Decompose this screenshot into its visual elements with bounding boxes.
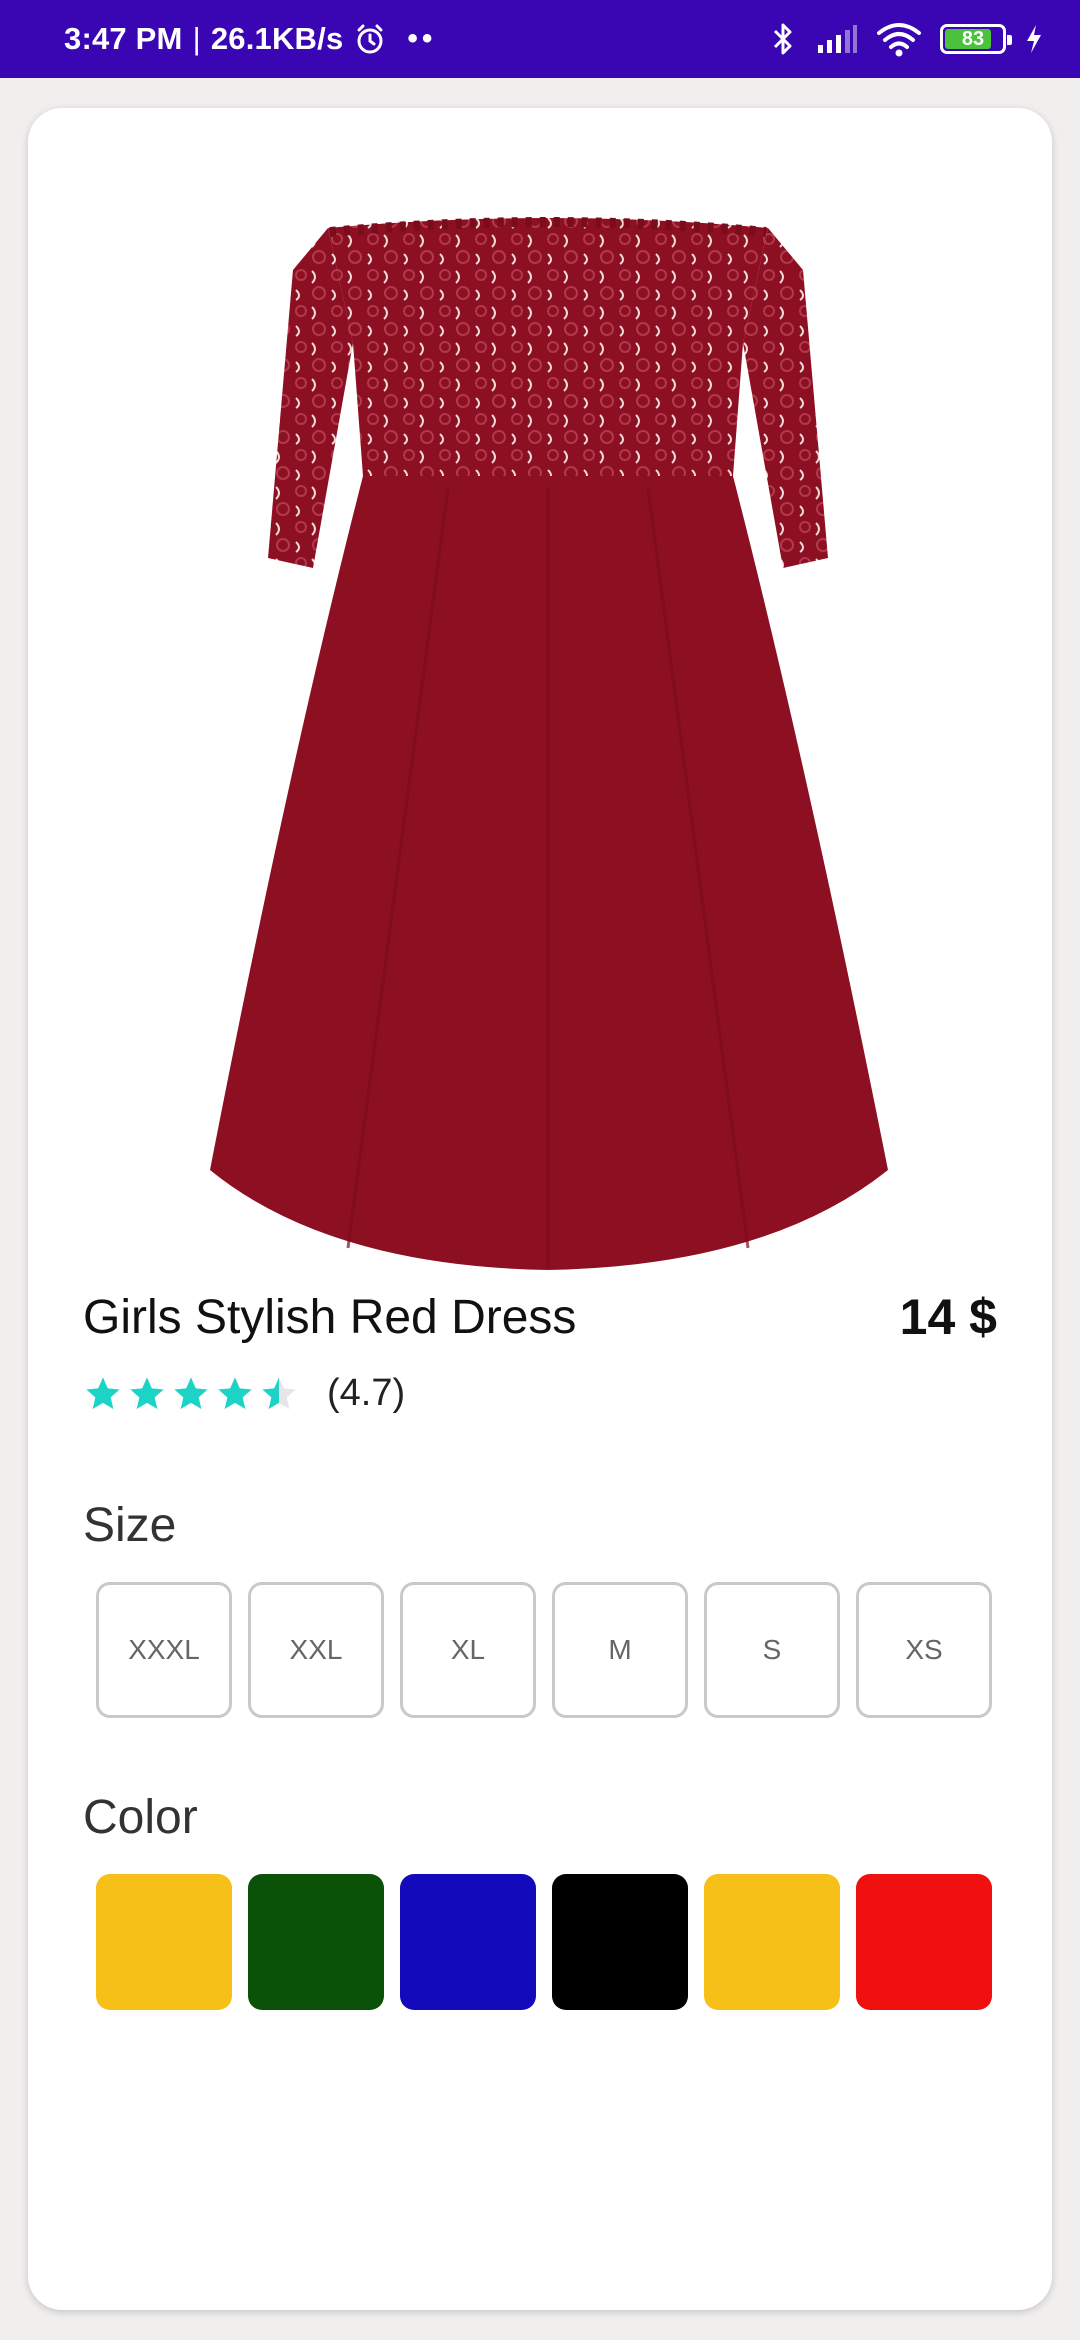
rating-row: (4.7) bbox=[83, 1372, 405, 1415]
battery-level: 83 bbox=[961, 27, 985, 50]
star-icon bbox=[174, 1376, 208, 1409]
signal-icon bbox=[818, 25, 857, 53]
product-card: Girls Stylish Red Dress 14 $ (4.7) Size … bbox=[28, 108, 1052, 2310]
size-option-xs[interactable]: XS bbox=[856, 1582, 992, 1718]
product-image[interactable] bbox=[148, 158, 948, 1378]
more-notifications-icon: •• bbox=[407, 22, 437, 55]
title-row: Girls Stylish Red Dress 14 $ bbox=[83, 1288, 997, 1346]
alarm-icon bbox=[357, 24, 383, 54]
color-label: Color bbox=[83, 1791, 198, 1844]
color-options bbox=[96, 1874, 992, 2010]
rating-value: (4.7) bbox=[327, 1372, 406, 1414]
color-swatch[interactable] bbox=[552, 1874, 688, 2010]
color-swatch[interactable] bbox=[704, 1874, 840, 2010]
star-icon bbox=[218, 1376, 252, 1409]
star-icon bbox=[86, 1376, 120, 1409]
color-swatch[interactable] bbox=[96, 1874, 232, 2010]
size-option-xl[interactable]: XL bbox=[400, 1582, 536, 1718]
color-swatch[interactable] bbox=[856, 1874, 992, 2010]
size-option-s[interactable]: S bbox=[704, 1582, 840, 1718]
half-star-icon bbox=[262, 1376, 296, 1409]
status-right: 83 bbox=[768, 21, 1044, 57]
status-left: 3:47 PM | 26.1KB/s •• bbox=[64, 21, 436, 57]
rating-stars bbox=[83, 1374, 299, 1414]
star-icon bbox=[130, 1376, 164, 1409]
product-title: Girls Stylish Red Dress bbox=[83, 1290, 577, 1344]
size-option-m[interactable]: M bbox=[552, 1582, 688, 1718]
color-swatch[interactable] bbox=[248, 1874, 384, 2010]
network-speed: 26.1KB/s bbox=[210, 21, 344, 56]
size-option-xxxl[interactable]: XXXL bbox=[96, 1582, 232, 1718]
bluetooth-icon bbox=[773, 23, 792, 55]
size-option-xxl[interactable]: XXL bbox=[248, 1582, 384, 1718]
product-price: 14 $ bbox=[899, 1289, 997, 1345]
status-separator: | bbox=[192, 21, 201, 56]
color-swatch[interactable] bbox=[400, 1874, 536, 2010]
status-bar: 3:47 PM | 26.1KB/s •• 83 bbox=[0, 0, 1080, 78]
size-label: Size bbox=[83, 1499, 177, 1552]
status-time: 3:47 PM bbox=[64, 21, 183, 56]
charging-icon bbox=[1027, 25, 1041, 53]
size-options: XXXL XXL XL M S XS bbox=[96, 1582, 992, 1718]
wifi-icon bbox=[877, 23, 921, 57]
battery-icon: 83 bbox=[940, 24, 1012, 54]
